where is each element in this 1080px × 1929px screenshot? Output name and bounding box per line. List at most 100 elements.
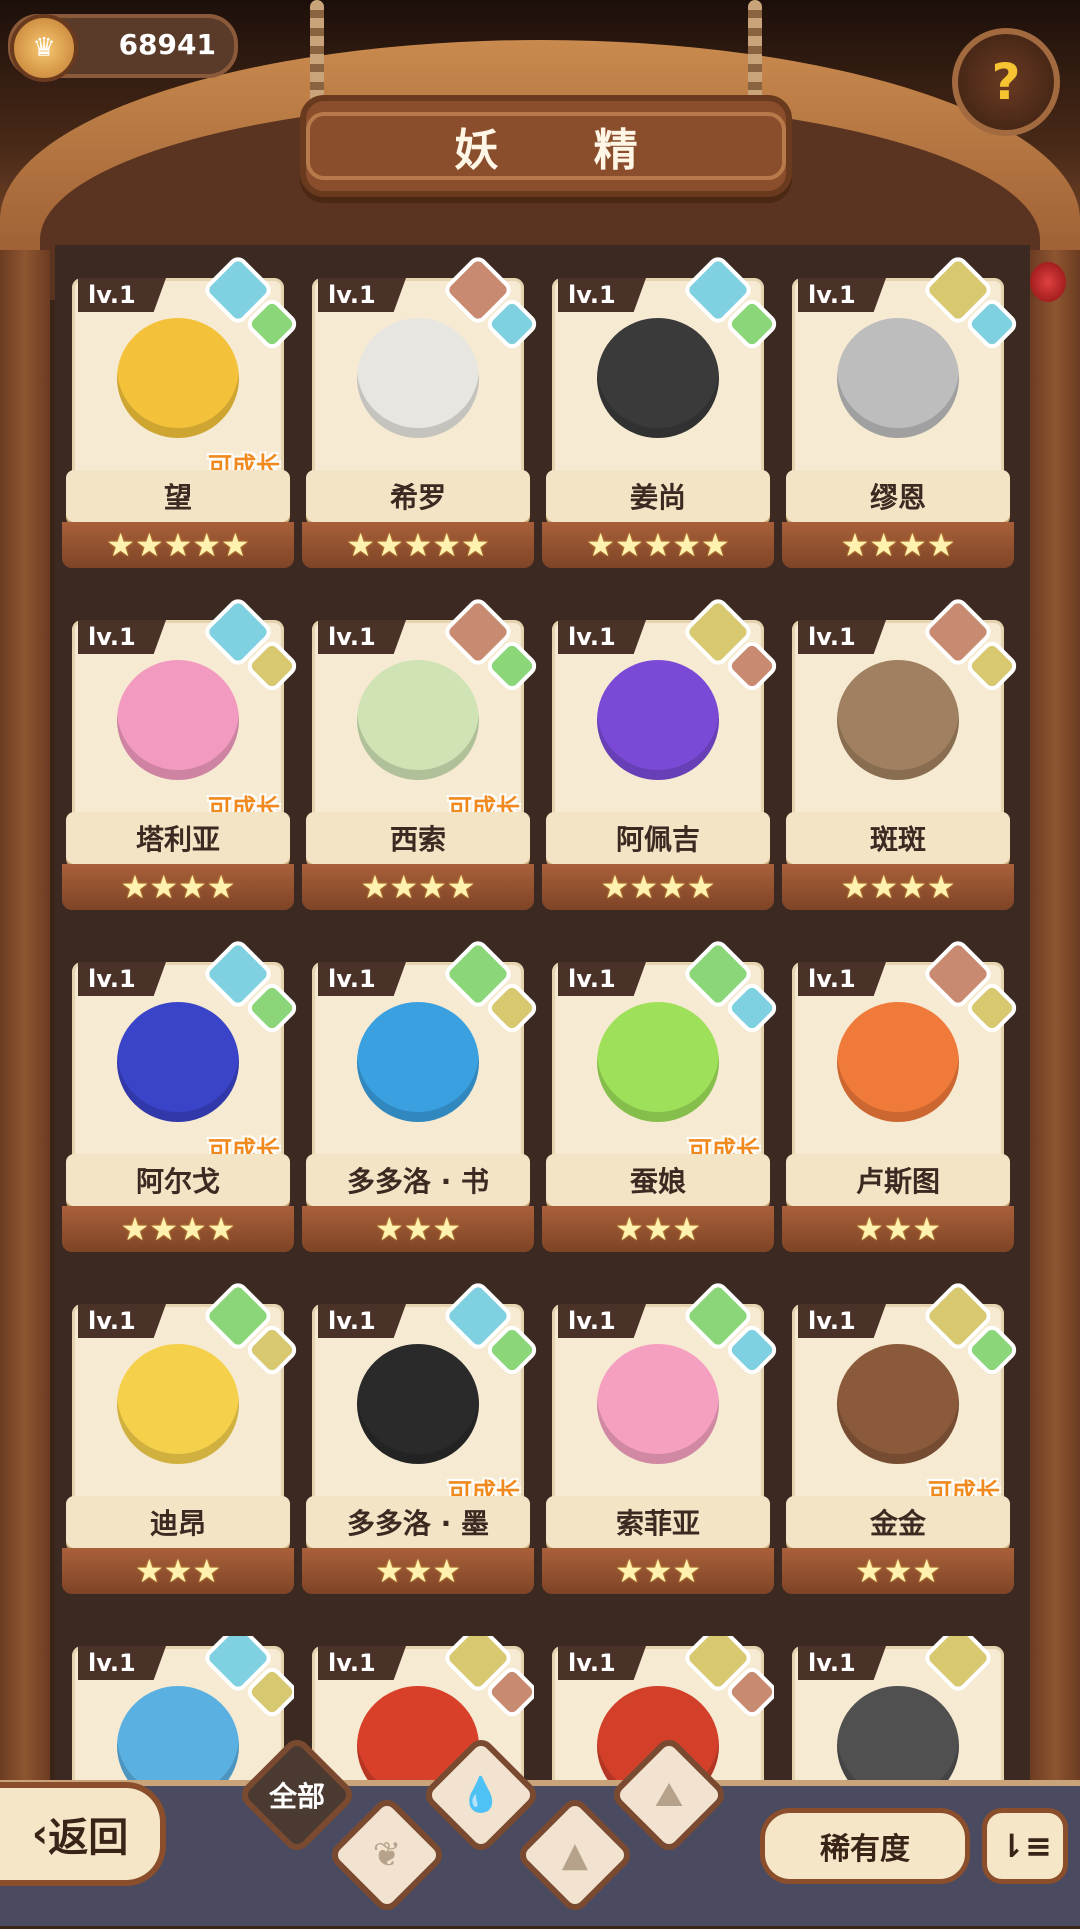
fairy-card[interactable]: lv.1 迪昂 ★★★ [62, 1279, 301, 1594]
fairy-card[interactable]: lv.1 可成长 西索 ★★★★ [302, 595, 541, 910]
fairy-card[interactable]: lv.1 可成长 塔利亚 ★★★★ [62, 595, 301, 910]
fairy-name: 斑斑 [786, 812, 1010, 864]
star-rating: ★★★★ [782, 522, 1014, 568]
star-rating: ★★★ [782, 1548, 1014, 1594]
water-drop-icon: 💧 [459, 1775, 503, 1815]
fairy-portrait [597, 660, 719, 780]
fairy-name: 迪昂 [66, 1496, 290, 1548]
scrollbar-handle[interactable] [1030, 262, 1066, 302]
level-badge: lv.1 [798, 962, 886, 996]
level-badge: lv.1 [798, 620, 886, 654]
fairy-name: 缪恩 [786, 470, 1010, 522]
level-badge: lv.1 [78, 1304, 166, 1338]
frame-left [0, 250, 50, 1790]
fairy-name: 希罗 [306, 470, 530, 522]
fairy-name: 卢斯图 [786, 1154, 1010, 1206]
star-rating: ★★★★ [62, 1206, 294, 1252]
page-title: 妖 精 [306, 112, 786, 180]
star-rating: ★★★★★ [62, 522, 294, 568]
star-rating: ★★★ [302, 1548, 534, 1594]
sort-order-button[interactable]: ⇂≡ [982, 1808, 1068, 1884]
level-badge: lv.1 [558, 278, 646, 312]
level-badge: lv.1 [558, 962, 646, 996]
back-button[interactable]: ‹ 返回 [0, 1782, 166, 1886]
level-badge: lv.1 [558, 620, 646, 654]
coin-icon: ♛ [10, 14, 78, 82]
chevron-left-icon: ‹ [31, 1811, 49, 1857]
level-badge: lv.1 [78, 620, 166, 654]
fairy-card[interactable]: lv.1 索菲亚 ★★★ [542, 1279, 781, 1594]
fairy-name: 多多洛 · 书 [306, 1154, 530, 1206]
level-badge: lv.1 [318, 278, 406, 312]
level-badge: lv.1 [78, 1646, 166, 1680]
level-badge: lv.1 [558, 1304, 646, 1338]
level-badge: lv.1 [318, 962, 406, 996]
level-badge: lv.1 [318, 620, 406, 654]
fairy-card[interactable]: lv.1 阿佩吉 ★★★★ [542, 595, 781, 910]
help-button[interactable]: ? [952, 28, 1060, 136]
volcano-icon: ⛰ [654, 1775, 684, 1815]
coin-counter: ♛ 68941 [8, 14, 238, 82]
fairy-portrait [117, 318, 239, 438]
fairy-name: 阿尔戈 [66, 1154, 290, 1206]
star-rating: ★★★ [542, 1206, 774, 1252]
fairy-portrait [117, 1002, 239, 1122]
level-badge: lv.1 [798, 1646, 886, 1680]
fairy-name: 西索 [306, 812, 530, 864]
fairy-card[interactable]: lv.1 缪恩 ★★★★ [782, 253, 1021, 568]
mountain-icon: ▲ [561, 1835, 589, 1875]
fairy-portrait [357, 318, 479, 438]
level-badge: lv.1 [558, 1646, 646, 1680]
fairy-portrait [837, 1002, 959, 1122]
level-badge: lv.1 [798, 278, 886, 312]
fairy-card[interactable]: lv.1 可成长 蚕娘 ★★★ [542, 937, 781, 1252]
fairy-card[interactable]: lv.1 可成长 多多洛 · 墨 ★★★ [302, 1279, 541, 1594]
star-rating: ★★★★ [62, 864, 294, 910]
star-rating: ★★★ [302, 1206, 534, 1252]
question-icon: ? [991, 53, 1021, 111]
star-rating: ★★★★ [782, 864, 1014, 910]
fairy-name: 姜尚 [546, 470, 770, 522]
fairy-name: 多多洛 · 墨 [306, 1496, 530, 1548]
fairy-name: 望 [66, 470, 290, 522]
fairy-portrait [597, 1344, 719, 1464]
fairy-portrait [357, 1002, 479, 1122]
fairy-card[interactable]: lv.1 多多洛 · 书 ★★★ [302, 937, 541, 1252]
fairy-portrait [837, 1344, 959, 1464]
filter-all-label: 全部 [268, 1780, 325, 1813]
fairy-portrait [117, 660, 239, 780]
fairy-portrait [837, 318, 959, 438]
fairy-card[interactable]: lv.1 可成长望 ★★★★★ [62, 253, 301, 568]
coin-value: 68941 [118, 28, 216, 61]
star-rating: ★★★★★ [302, 522, 534, 568]
level-badge: lv.1 [318, 1646, 406, 1680]
fairy-card[interactable]: lv.1 斑斑 ★★★★ [782, 595, 1021, 910]
fairy-portrait [597, 318, 719, 438]
fairy-name: 阿佩吉 [546, 812, 770, 864]
fairy-name: 塔利亚 [66, 812, 290, 864]
fairy-card[interactable]: lv.1 希罗 ★★★★★ [302, 253, 541, 568]
frame-right [1030, 250, 1080, 1790]
sort-icon: ⇂≡ [998, 1827, 1052, 1865]
level-badge: lv.1 [78, 278, 166, 312]
title-sign: 妖 精 [300, 95, 792, 197]
level-badge: lv.1 [78, 962, 166, 996]
star-rating: ★★★ [62, 1548, 294, 1594]
fairy-card[interactable]: lv.1 可成长 阿尔戈 ★★★★ [62, 937, 301, 1252]
back-label: 返回 [48, 1815, 129, 1861]
fairy-portrait [837, 660, 959, 780]
star-rating: ★★★ [542, 1548, 774, 1594]
fairy-name: 金金 [786, 1496, 1010, 1548]
fairy-card[interactable]: lv.1 姜尚 ★★★★★ [542, 253, 781, 568]
fairy-card[interactable]: lv.1 卢斯图 ★★★ [782, 937, 1021, 1252]
rarity-sort-button[interactable]: 稀有度 [760, 1808, 970, 1884]
star-rating: ★★★★★ [542, 522, 774, 568]
star-rating: ★★★★ [542, 864, 774, 910]
fairy-card[interactable]: lv.1 可成长 金金 ★★★ [782, 1279, 1021, 1594]
fairy-portrait [117, 1344, 239, 1464]
fairy-grid: lv.1 可成长望 ★★★★★ lv.1 希罗 ★★★★★ lv.1 姜尚 ★★★★★ lv.1 缪… [62, 253, 1022, 1826]
fairy-portrait [357, 660, 479, 780]
fairy-portrait [357, 1344, 479, 1464]
level-badge: lv.1 [318, 1304, 406, 1338]
star-rating: ★★★ [782, 1206, 1014, 1252]
